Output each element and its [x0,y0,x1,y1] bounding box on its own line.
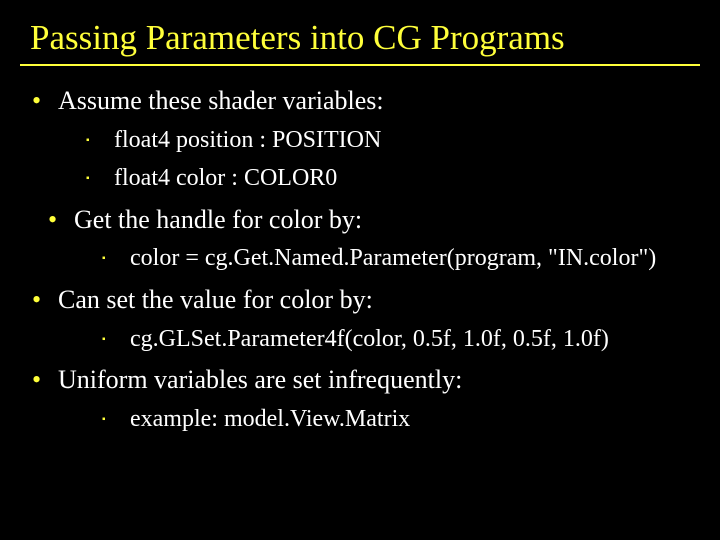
bullet-dot-icon: • [48,203,74,237]
bullet-text: float4 color : COLOR0 [114,162,700,194]
slide-title: Passing Parameters into CG Programs [30,18,700,58]
bullet-text: color = cg.Get.Named.Parameter(program, … [130,242,700,274]
bullet-dot-icon: • [32,84,58,118]
bullet-level1: • Assume these shader variables: [32,84,700,118]
bullet-square-icon: ▪ [102,323,130,347]
bullet-dot-icon: • [32,283,58,317]
bullet-square-icon: ▪ [86,124,114,148]
slide: Passing Parameters into CG Programs • As… [0,0,720,540]
title-underline [20,64,700,66]
bullet-square-icon: ▪ [102,242,130,266]
bullet-text: float4 position : POSITION [114,124,700,156]
bullet-text: Uniform variables are set infrequently: [58,363,700,397]
bullet-text: Get the handle for color by: [74,203,700,237]
bullet-text: Assume these shader variables: [58,84,700,118]
bullet-square-icon: ▪ [102,403,130,427]
bullet-level2: ▪ float4 position : POSITION [86,124,700,156]
bullet-level1: • Get the handle for color by: [48,203,700,237]
bullet-text: Can set the value for color by: [58,283,700,317]
bullet-dot-icon: • [32,363,58,397]
bullet-text: cg.GLSet.Parameter4f(color, 0.5f, 1.0f, … [130,323,700,355]
bullet-level1: • Uniform variables are set infrequently… [32,363,700,397]
slide-body: • Assume these shader variables: ▪ float… [20,84,700,435]
bullet-level2: ▪ example: model.View.Matrix [102,403,700,435]
bullet-square-icon: ▪ [86,162,114,186]
bullet-level2: ▪ float4 color : COLOR0 [86,162,700,194]
bullet-text: example: model.View.Matrix [130,403,700,435]
bullet-level2: ▪ color = cg.Get.Named.Parameter(program… [102,242,700,274]
bullet-level2: ▪ cg.GLSet.Parameter4f(color, 0.5f, 1.0f… [102,323,700,355]
bullet-level1: • Can set the value for color by: [32,283,700,317]
